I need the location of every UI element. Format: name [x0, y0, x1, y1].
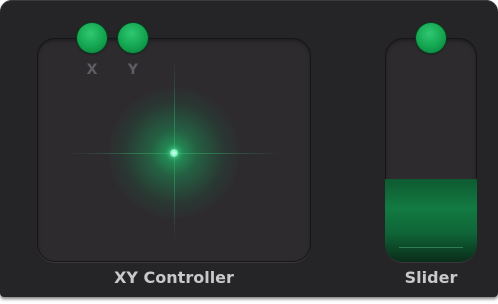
- y-knob-icon[interactable]: [118, 23, 148, 53]
- y-label: Y: [127, 62, 139, 78]
- slider-fill: [385, 179, 477, 262]
- slider-caption: Slider: [404, 268, 458, 287]
- x-label: X: [86, 62, 98, 78]
- slider-track[interactable]: [385, 38, 477, 262]
- slider-fill-baseline: [399, 247, 463, 248]
- xy-cursor-handle[interactable]: [170, 149, 178, 157]
- x-knob-icon[interactable]: [77, 23, 107, 53]
- control-panel: X Y XY Controller Slider: [0, 0, 498, 297]
- slider-thumb-icon[interactable]: [416, 23, 446, 53]
- xy-controller-caption: XY Controller: [114, 268, 234, 287]
